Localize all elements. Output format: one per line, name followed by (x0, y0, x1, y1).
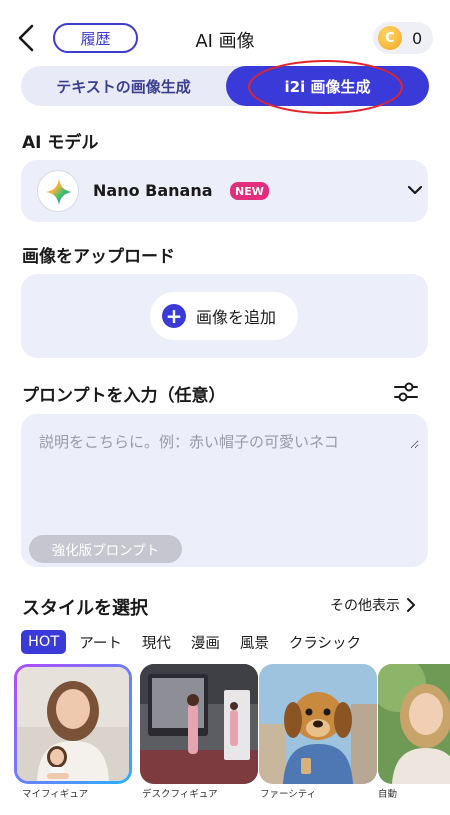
see-more-link[interactable]: その他表示 (330, 595, 416, 615)
thumbnail-label-auto: 自動 (378, 789, 398, 800)
style-tab-manga[interactable]: 漫画 (184, 630, 227, 654)
thumbnail-label-my-figure: マイフィギュア (22, 789, 89, 800)
style-thumbnail-desk-figure[interactable] (140, 664, 258, 784)
style-thumbnail-row: マイフィギュア デスクフィギュア ファーシティ 自動 (14, 664, 450, 804)
sparkle-icon (37, 170, 79, 212)
style-tab-bar: HOT アート 現代 漫画 風景 クラシック (21, 629, 368, 655)
enhance-prompt-button[interactable]: 強化版プロンプト (29, 535, 182, 563)
prompt-section-label: プロンプトを入力（任意） (22, 386, 226, 406)
style-tab-art[interactable]: アート (72, 630, 129, 654)
my-figure-preview-image (17, 667, 129, 781)
thumbnail-label-fursona: ファーシティ (260, 789, 317, 800)
style-section-label: スタイルを選択 (22, 598, 148, 619)
style-tab-modern[interactable]: 現代 (135, 630, 178, 654)
style-tab-classic[interactable]: クラシック (282, 630, 368, 654)
prompt-box: 強化版プロンプト (21, 414, 428, 567)
plus-icon: + (162, 304, 186, 328)
chevron-down-icon (407, 185, 423, 195)
style-thumbnail-auto[interactable] (378, 664, 450, 784)
prompt-input[interactable] (39, 431, 419, 449)
model-selector[interactable]: Nano Banana NEW (21, 160, 428, 222)
add-image-label: 画像を追加 (196, 308, 277, 327)
highlight-circle (248, 60, 403, 114)
thumbnail-label-desk-figure: デスクフィギュア (142, 789, 218, 800)
fursona-preview-image (259, 664, 377, 784)
style-thumbnail-fursona[interactable] (259, 664, 377, 784)
style-thumbnail-my-figure[interactable] (14, 664, 132, 784)
style-tab-hot[interactable]: HOT (21, 630, 67, 654)
see-more-label: その他表示 (330, 598, 400, 614)
upload-area[interactable]: + 画像を追加 (21, 274, 428, 358)
add-image-button[interactable]: + 画像を追加 (150, 292, 298, 340)
style-tab-landscape[interactable]: 風景 (233, 630, 276, 654)
header-bar: 履歴 AI 画像 C 0 (0, 14, 450, 62)
coin-balance[interactable]: C 0 (373, 22, 433, 54)
model-name: Nano Banana (93, 181, 213, 200)
model-section-label: AI モデル (22, 133, 99, 153)
settings-sliders-icon[interactable] (392, 378, 420, 406)
coin-count: 0 (412, 28, 423, 48)
auto-preview-image (378, 664, 450, 784)
new-badge: NEW (230, 182, 269, 200)
desk-figure-preview-image (140, 664, 258, 784)
tab-text-to-image[interactable]: テキストの画像生成 (21, 66, 226, 106)
chevron-right-icon (407, 598, 415, 612)
coin-icon: C (378, 26, 402, 50)
upload-section-label: 画像をアップロード (22, 247, 175, 267)
